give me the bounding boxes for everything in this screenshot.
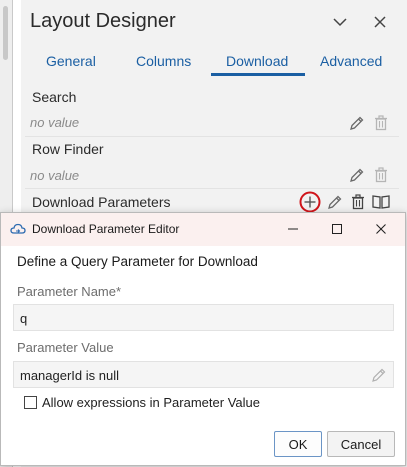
minimize-icon xyxy=(288,228,298,230)
close-dialog-button[interactable] xyxy=(359,215,403,243)
close-icon xyxy=(376,224,386,234)
search-section-label: Search xyxy=(32,89,77,105)
download-parameters-label: Download Parameters xyxy=(32,194,171,210)
close-icon xyxy=(374,16,386,28)
search-value: no value xyxy=(30,115,80,130)
pencil-icon[interactable] xyxy=(371,367,387,383)
plus-circle-icon xyxy=(299,191,321,213)
parameter-name-value: q xyxy=(20,311,28,326)
chevron-down-icon xyxy=(333,18,347,27)
divider xyxy=(25,136,399,137)
pencil-icon xyxy=(350,116,364,130)
collapse-panel-button[interactable] xyxy=(327,9,353,35)
tab-advanced[interactable]: Advanced xyxy=(320,53,382,69)
search-delete-button[interactable] xyxy=(372,114,390,132)
parameter-value-field[interactable]: managerId is null xyxy=(13,361,394,388)
allow-expressions-label[interactable]: Allow expressions in Parameter Value xyxy=(42,395,260,410)
cloud-app-icon xyxy=(10,223,26,234)
download-parameters-delete-button[interactable] xyxy=(349,193,367,211)
search-edit-button[interactable] xyxy=(348,114,366,132)
download-parameter-editor-dialog: Download Parameter Editor Define a Query… xyxy=(0,212,406,466)
download-parameters-help-button[interactable] xyxy=(372,193,390,211)
row-finder-value: no value xyxy=(30,168,80,183)
parameter-value-label: Parameter Value xyxy=(17,340,114,355)
parameter-name-field[interactable]: q xyxy=(13,304,394,331)
tab-download[interactable]: Download xyxy=(226,53,288,69)
add-parameter-button[interactable] xyxy=(299,191,321,213)
pencil-icon xyxy=(350,168,364,182)
tab-columns[interactable]: Columns xyxy=(136,53,191,69)
book-icon xyxy=(372,195,390,209)
designer-tabs: General Columns Download Advanced xyxy=(21,50,407,78)
parameter-name-label: Parameter Name* xyxy=(17,284,122,299)
trash-icon xyxy=(375,167,387,183)
row-finder-section-label: Row Finder xyxy=(32,141,104,157)
trash-icon xyxy=(352,194,364,210)
pencil-icon xyxy=(328,195,342,209)
row-finder-edit-button[interactable] xyxy=(348,166,366,184)
maximize-icon xyxy=(332,224,342,234)
download-parameters-edit-button[interactable] xyxy=(326,193,344,211)
ok-button[interactable]: OK xyxy=(274,431,322,457)
scrollbar-thumb[interactable] xyxy=(3,6,8,60)
dialog-heading: Define a Query Parameter for Download xyxy=(17,254,258,269)
allow-expressions-checkbox[interactable] xyxy=(24,396,37,409)
dialog-titlebar[interactable]: Download Parameter Editor xyxy=(1,213,405,246)
row-finder-delete-button[interactable] xyxy=(372,166,390,184)
trash-icon xyxy=(375,115,387,131)
tab-general[interactable]: General xyxy=(46,53,96,69)
close-panel-button[interactable] xyxy=(367,9,393,35)
cancel-button[interactable]: Cancel xyxy=(327,431,395,457)
minimize-button[interactable] xyxy=(271,215,315,243)
maximize-button[interactable] xyxy=(315,215,359,243)
active-tab-indicator xyxy=(211,73,305,76)
parameter-value-value: managerId is null xyxy=(20,368,119,383)
dialog-title: Download Parameter Editor xyxy=(32,222,180,236)
panel-title: Layout Designer xyxy=(30,10,176,32)
divider xyxy=(25,188,399,189)
